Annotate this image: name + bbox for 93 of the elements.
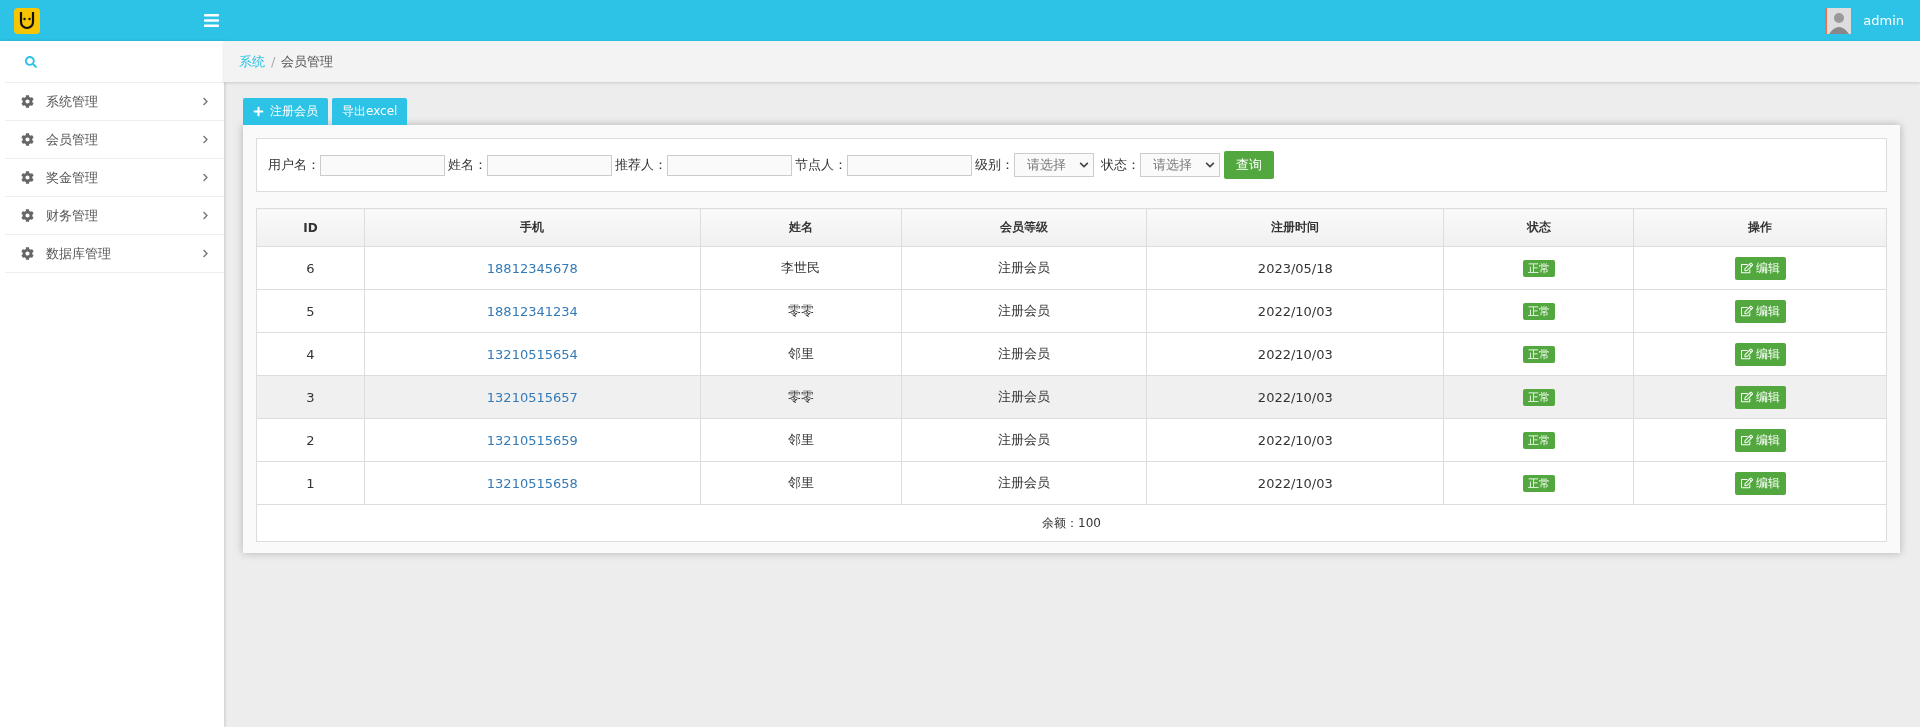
avatar [1825,7,1852,34]
edit-button[interactable]: 编辑 [1734,299,1786,323]
chevron-right-icon [201,249,210,258]
status-badge: 正常 [1522,303,1555,320]
table-cell: 邻里 [700,418,902,462]
edit-button[interactable]: 编辑 [1734,385,1786,409]
column-header: 会员等级 [901,208,1147,247]
sidebar-item[interactable]: 财务管理 [5,197,224,235]
filter-label: 推荐人： [615,156,667,174]
balance-text: 余额：100 [256,504,1887,542]
filter-field[interactable] [847,154,972,176]
phone-link[interactable]: 13210515658 [486,475,578,491]
table-cell: 注册会员 [901,246,1147,290]
status-badge: 正常 [1522,475,1555,492]
chevron-right-icon [201,211,210,220]
table-cell: 2 [256,418,365,462]
smiley-logo [14,7,40,34]
phone-link[interactable]: 18812341234 [486,303,578,319]
sidebar-item[interactable]: 数据库管理 [5,235,224,273]
status-badge: 正常 [1522,389,1555,406]
edit-icon [1740,348,1753,360]
table-cell: 邻里 [700,332,902,376]
filter-field[interactable] [487,154,612,176]
status-badge: 正常 [1522,260,1555,277]
table-cell: 6 [256,246,365,290]
phone-link[interactable]: 13210515659 [486,432,578,448]
filter-field[interactable] [320,154,445,176]
table-cell: 零零 [700,289,902,333]
edit-icon [1740,305,1753,317]
query-button[interactable]: 查询 [1224,151,1274,179]
table-cell: 2022/10/03 [1146,418,1444,462]
menu-icon[interactable] [203,12,220,29]
gear-icon [21,171,34,184]
table-cell: 1 [256,461,365,505]
edit-icon [1740,391,1753,403]
filter-label: 用户名： [268,156,320,174]
sidebar-item[interactable]: 会员管理 [5,121,224,159]
status-badge: 正常 [1522,346,1555,363]
chevron-right-icon [201,173,210,182]
column-header: 状态 [1443,208,1634,247]
table-cell: 2022/10/03 [1146,289,1444,333]
table-cell: 2023/05/18 [1146,246,1444,290]
table-cell: 注册会员 [901,418,1147,462]
table-cell: 李世民 [700,246,902,290]
table-cell: 3 [256,375,365,419]
plus-icon [253,106,264,117]
column-header: ID [256,208,365,247]
edit-icon [1740,434,1753,446]
table-cell: 邻里 [700,461,902,505]
gear-icon [21,247,34,260]
filter-label: 节点人： [795,156,847,174]
gear-icon [21,133,34,146]
chevron-down-icon [1079,160,1089,170]
breadcrumb-current: 会员管理 [281,52,334,71]
table-cell: 注册会员 [901,332,1147,376]
table-cell: 2022/10/03 [1146,332,1444,376]
filter-select[interactable]: 请选择 [1014,153,1094,177]
gear-icon [21,209,34,222]
gear-icon [21,95,34,108]
status-badge: 正常 [1522,432,1555,449]
column-header: 手机 [364,208,701,247]
table-cell: 2022/10/03 [1146,461,1444,505]
sidebar-item[interactable]: 奖金管理 [5,159,224,197]
column-header: 姓名 [700,208,902,247]
table-cell: 5 [256,289,365,333]
table-cell: 注册会员 [901,375,1147,419]
filter-label: 级别： [975,156,1014,174]
chevron-down-icon [1205,160,1215,170]
table-cell: 注册会员 [901,289,1147,333]
edit-button[interactable]: 编辑 [1734,342,1786,366]
phone-link[interactable]: 18812345678 [486,260,578,276]
table-cell: 2022/10/03 [1146,375,1444,419]
filter-field[interactable] [667,154,792,176]
filter-label: 状态： [1101,156,1140,174]
table-cell: 零零 [700,375,902,419]
filter-label: 姓名： [448,156,487,174]
search-icon[interactable] [25,55,37,68]
sidebar-item[interactable]: 系统管理 [5,83,224,121]
filter-select[interactable]: 请选择 [1140,153,1220,177]
edit-icon [1740,477,1753,489]
column-header: 注册时间 [1146,208,1444,247]
edit-button[interactable]: 编辑 [1734,428,1786,452]
chevron-right-icon [201,97,210,106]
chevron-right-icon [201,135,210,144]
table-cell: 4 [256,332,365,376]
edit-button[interactable]: 编辑 [1734,256,1786,280]
column-header: 操作 [1633,208,1887,247]
edit-icon [1740,262,1753,274]
table-cell: 注册会员 [901,461,1147,505]
edit-button[interactable]: 编辑 [1734,471,1786,495]
breadcrumb-separator: / [271,54,276,69]
phone-link[interactable]: 13210515657 [486,389,578,405]
phone-link[interactable]: 13210515654 [486,346,578,362]
